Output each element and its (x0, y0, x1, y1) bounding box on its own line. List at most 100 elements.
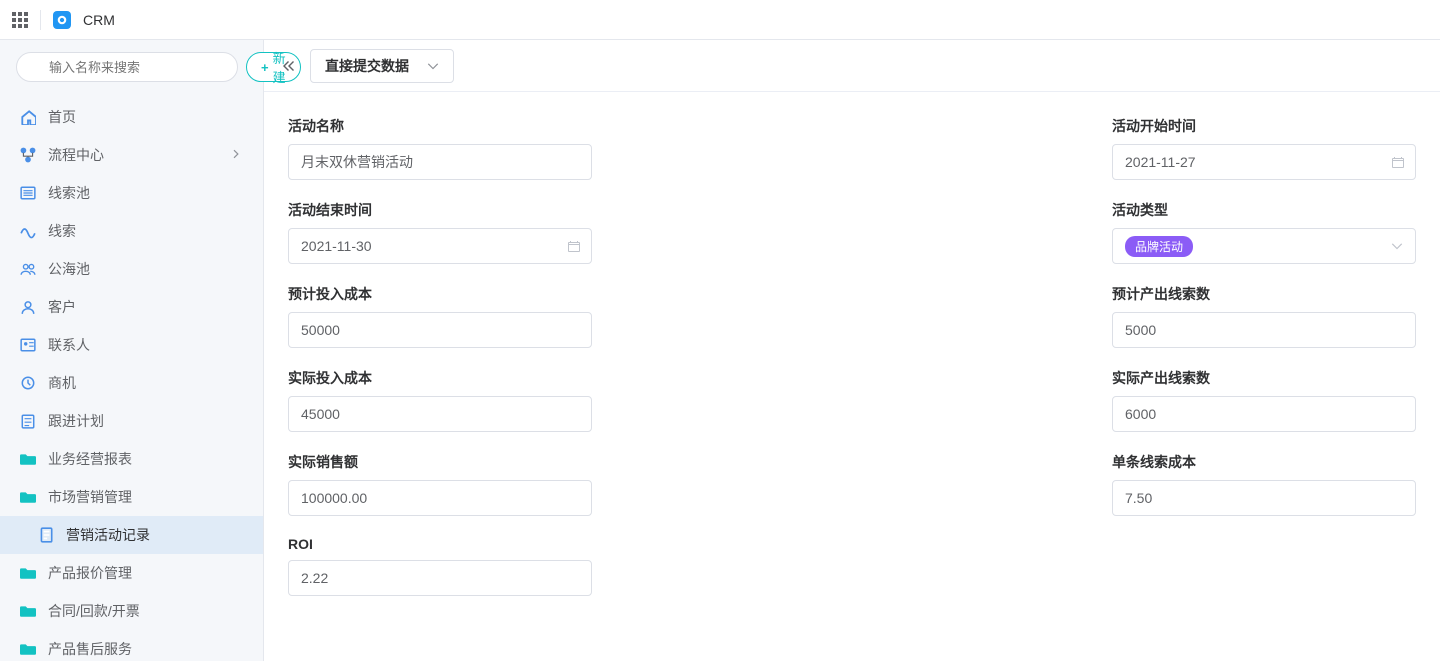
sidebar-item-label: 线索 (48, 221, 76, 241)
sidebar-item-label: 客户 (48, 297, 76, 317)
sidebar-item-quote[interactable]: 产品报价管理 (0, 554, 263, 592)
content-header: 直接提交数据 (264, 40, 1440, 92)
double-chevron-left-icon (281, 59, 295, 73)
label-activity-name: 活动名称 (288, 116, 592, 136)
wave-icon (20, 223, 36, 239)
folder-icon (20, 603, 36, 619)
field-activity-name: 活动名称 (288, 116, 592, 180)
sidebar-item-label: 商机 (48, 373, 76, 393)
sidebar-item-label: 产品报价管理 (48, 563, 132, 583)
label-actual-sales: 实际销售额 (288, 452, 592, 472)
calendar-icon[interactable] (566, 238, 582, 254)
search-wrap (16, 52, 238, 82)
sidebar-item-label: 流程中心 (48, 145, 104, 165)
sidebar-item-flow[interactable]: 流程中心 (0, 136, 263, 174)
calendar-icon[interactable] (1390, 154, 1406, 170)
sidebar-item-aftersales[interactable]: 产品售后服务 (0, 630, 263, 661)
field-actual-sales: 实际销售额 (288, 452, 592, 516)
top-header: CRM (0, 0, 1440, 40)
list-icon (20, 185, 36, 201)
sidebar: + 新建 首页 流程中心 线索池 线索 (0, 40, 264, 661)
folder-icon (20, 641, 36, 657)
app-launcher-icon[interactable] (12, 12, 28, 28)
label-expected-leads: 预计产出线索数 (1112, 284, 1416, 304)
field-actual-cost: 实际投入成本 (288, 368, 592, 432)
sidebar-item-label: 产品售后服务 (48, 639, 132, 659)
select-activity-type[interactable]: 品牌活动 (1112, 228, 1416, 264)
card-icon (20, 337, 36, 353)
input-lead-cost[interactable] (1112, 480, 1416, 516)
label-end-time: 活动结束时间 (288, 200, 592, 220)
label-lead-cost: 单条线索成本 (1112, 452, 1416, 472)
sidebar-item-home[interactable]: 首页 (0, 98, 263, 136)
collapse-sidebar-button[interactable] (276, 54, 300, 78)
chevron-down-icon (1391, 240, 1403, 252)
input-start-time[interactable] (1112, 144, 1416, 180)
sidebar-item-reports[interactable]: 业务经营报表 (0, 440, 263, 478)
label-actual-cost: 实际投入成本 (288, 368, 592, 388)
app-logo-icon (53, 11, 71, 29)
sidebar-item-contract[interactable]: 合同/回款/开票 (0, 592, 263, 630)
target-icon (20, 375, 36, 391)
view-selector[interactable]: 直接提交数据 (310, 49, 454, 83)
activity-type-tag: 品牌活动 (1125, 236, 1193, 257)
content: 直接提交数据 活动名称 活动开始时间 活动结束时间 (264, 40, 1440, 661)
label-start-time: 活动开始时间 (1112, 116, 1416, 136)
field-expected-cost: 预计投入成本 (288, 284, 592, 348)
sidebar-item-campaign-record[interactable]: 营销活动记录 (0, 516, 263, 554)
input-actual-leads[interactable] (1112, 396, 1416, 432)
sidebar-top: + 新建 (0, 40, 263, 94)
form-area: 活动名称 活动开始时间 活动结束时间 (264, 92, 1440, 661)
input-actual-cost[interactable] (288, 396, 592, 432)
sidebar-item-lead-pool[interactable]: 线索池 (0, 174, 263, 212)
sidebar-item-plan[interactable]: 跟进计划 (0, 402, 263, 440)
label-roi: ROI (288, 536, 592, 552)
sidebar-item-lead[interactable]: 线索 (0, 212, 263, 250)
sidebar-item-label: 首页 (48, 107, 76, 127)
folder-icon (20, 451, 36, 467)
plan-icon (20, 413, 36, 429)
users-icon (20, 261, 36, 277)
form-grid: 活动名称 活动开始时间 活动结束时间 (288, 116, 1416, 596)
app-title: CRM (83, 12, 115, 28)
nav: 首页 流程中心 线索池 线索 公海池 客户 (0, 94, 263, 661)
input-expected-leads[interactable] (1112, 312, 1416, 348)
user-icon (20, 299, 36, 315)
sidebar-item-contact[interactable]: 联系人 (0, 326, 263, 364)
chevron-down-icon (427, 60, 439, 72)
input-end-time[interactable] (288, 228, 592, 264)
sidebar-item-customer[interactable]: 客户 (0, 288, 263, 326)
field-actual-leads: 实际产出线索数 (1112, 368, 1416, 432)
label-expected-cost: 预计投入成本 (288, 284, 592, 304)
input-activity-name[interactable] (288, 144, 592, 180)
field-lead-cost: 单条线索成本 (1112, 452, 1416, 516)
sidebar-item-opportunity[interactable]: 商机 (0, 364, 263, 402)
sidebar-item-label: 业务经营报表 (48, 449, 132, 469)
field-activity-type: 活动类型 品牌活动 (1112, 200, 1416, 264)
sidebar-item-label: 营销活动记录 (66, 525, 150, 545)
search-input[interactable] (16, 52, 238, 82)
label-actual-leads: 实际产出线索数 (1112, 368, 1416, 388)
field-roi: ROI (288, 536, 592, 596)
field-expected-leads: 预计产出线索数 (1112, 284, 1416, 348)
folder-icon (20, 489, 36, 505)
label-activity-type: 活动类型 (1112, 200, 1416, 220)
home-icon (20, 109, 36, 125)
chevron-right-icon (231, 147, 243, 163)
document-icon (38, 527, 54, 543)
view-selector-label: 直接提交数据 (325, 56, 409, 76)
sidebar-item-label: 跟进计划 (48, 411, 104, 431)
field-start-time: 活动开始时间 (1112, 116, 1416, 180)
input-expected-cost[interactable] (288, 312, 592, 348)
sidebar-item-marketing[interactable]: 市场营销管理 (0, 478, 263, 516)
sidebar-item-label: 公海池 (48, 259, 90, 279)
divider (40, 10, 41, 30)
field-end-time: 活动结束时间 (288, 200, 592, 264)
sidebar-item-label: 联系人 (48, 335, 90, 355)
folder-icon (20, 565, 36, 581)
sidebar-item-label: 合同/回款/开票 (48, 601, 140, 621)
sidebar-item-public-pool[interactable]: 公海池 (0, 250, 263, 288)
input-actual-sales[interactable] (288, 480, 592, 516)
input-roi[interactable] (288, 560, 592, 596)
flow-icon (20, 147, 36, 163)
